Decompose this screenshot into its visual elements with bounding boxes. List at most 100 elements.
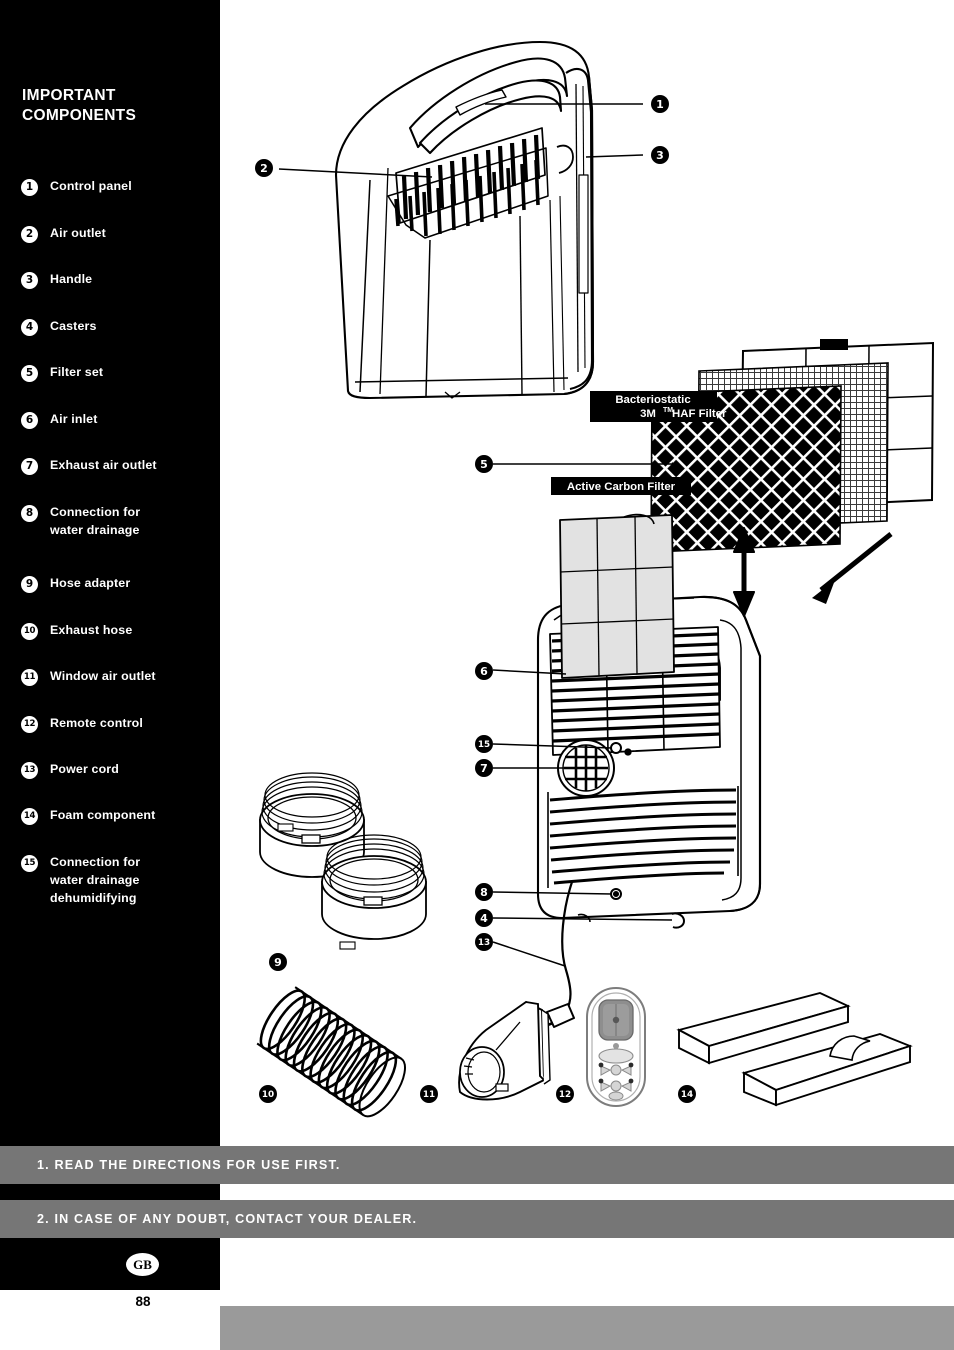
component-item-13: 13 Power cord — [0, 761, 220, 779]
callout-3: 3 — [651, 146, 669, 164]
remote-control-illustration — [586, 987, 646, 1107]
callout-5: 5 — [475, 455, 493, 473]
component-number-badge: 3 — [21, 272, 38, 289]
component-number-badge: 15 — [21, 855, 38, 872]
window-outlet-illustration — [458, 1000, 551, 1101]
callout-9: 9 — [269, 953, 287, 971]
page-number: 88 — [135, 1294, 151, 1309]
component-item-12: 12 Remote control — [0, 715, 220, 733]
component-number-badge: 14 — [21, 808, 38, 825]
svg-text:5: 5 — [480, 458, 488, 471]
page-number-strip: 88 — [130, 1290, 156, 1350]
component-label: Casters — [50, 319, 97, 333]
callout-6: 6 — [475, 662, 493, 680]
unit-front-illustration — [334, 40, 595, 400]
component-number-badge: 10 — [21, 623, 38, 640]
component-item-3: 3 Handle — [0, 271, 220, 289]
component-number-badge: 8 — [21, 505, 38, 522]
callout-7: 7 — [475, 759, 493, 777]
sidebar: IMPORTANT COMPONENTS 1 Control panel 2 Air … — [0, 0, 220, 1290]
callout-11: 11 — [420, 1085, 438, 1103]
component-label: Filter set — [50, 365, 104, 379]
instruction-banner-2: 2. IN CASE OF ANY DOUBT, CONTACT YOUR DE… — [0, 1200, 954, 1238]
component-item-10: 10 Exhaust hose — [0, 622, 220, 640]
component-label: Exhaust air outlet — [50, 458, 157, 472]
svg-text:Bacteriostatic: Bacteriostatic — [615, 394, 690, 406]
component-number-badge: 7 — [21, 458, 38, 475]
svg-text:11: 11 — [423, 1090, 435, 1100]
component-label: Air inlet — [50, 412, 98, 426]
page-title-line1: IMPORTANT — [22, 87, 116, 104]
filter-label-carbon: Active Carbon Filter — [551, 477, 691, 495]
svg-text:8: 8 — [480, 886, 488, 899]
component-label: Control panel — [50, 179, 132, 193]
footer-strip — [220, 1306, 954, 1350]
exploded-diagram: Bacteriostatic 3M TM HAF Filter Active C… — [220, 0, 954, 1146]
component-label: Window air outlet — [50, 669, 156, 683]
svg-text:13: 13 — [478, 938, 490, 948]
svg-text:6: 6 — [480, 665, 488, 678]
callout-2: 2 — [255, 159, 273, 177]
svg-text:9: 9 — [274, 956, 282, 969]
component-number-badge: 5 — [21, 365, 38, 382]
instruction-banner-1-text: 1. READ THE DIRECTIONS FOR USE FIRST. — [37, 1158, 341, 1172]
unit-rear-illustration — [536, 513, 762, 1028]
component-number-badge: 13 — [21, 762, 38, 779]
component-item-7: 7 Exhaust air outlet — [0, 457, 220, 475]
page-title: IMPORTANT COMPONENTS — [22, 86, 202, 127]
svg-text:15: 15 — [478, 740, 490, 750]
hose-adapter-illustration — [259, 772, 427, 950]
component-label: Connection for water drainage dehumidifyin… — [50, 855, 141, 905]
callout-8: 8 — [475, 883, 493, 901]
component-item-5: 5 Filter set — [0, 364, 220, 382]
svg-text:14: 14 — [681, 1090, 693, 1100]
callout-13: 13 — [475, 933, 493, 951]
component-item-6: 6 Air inlet — [0, 411, 220, 429]
component-number-badge: 4 — [21, 319, 38, 336]
manual-page: IMPORTANT COMPONENTS 1 Control panel 2 Air … — [0, 0, 954, 1350]
callout-1: 1 — [651, 95, 669, 113]
component-label: Handle — [50, 272, 93, 286]
component-item-15: 15 Connection for water drainage dehumidify… — [0, 854, 220, 908]
foam-component-illustration — [676, 991, 913, 1107]
svg-text:4: 4 — [480, 912, 488, 925]
component-item-4: 4 Casters — [0, 318, 220, 336]
callout-14: 14 — [678, 1085, 696, 1103]
component-item-11: 11 Window air outlet — [0, 668, 220, 686]
component-label: Exhaust hose — [50, 623, 133, 637]
component-number-badge: 11 — [21, 669, 38, 686]
component-number-badge: 6 — [21, 412, 38, 429]
instruction-banner-2-text: 2. IN CASE OF ANY DOUBT, CONTACT YOUR DE… — [37, 1212, 418, 1226]
component-label: Power cord — [50, 762, 119, 776]
component-number-badge: 2 — [21, 226, 38, 243]
component-number-badge: 9 — [21, 576, 38, 593]
svg-text:7: 7 — [480, 762, 488, 775]
svg-text:3: 3 — [656, 149, 664, 162]
exhaust-hose-illustration — [256, 986, 406, 1118]
component-item-9: 9 Hose adapter — [0, 575, 220, 593]
language-badge: GB — [126, 1253, 159, 1276]
component-number-badge: 1 — [21, 179, 38, 196]
callout-15: 15 — [475, 735, 493, 753]
svg-text:Active Carbon Filter: Active Carbon Filter — [567, 481, 676, 493]
svg-text:10: 10 — [262, 1090, 274, 1100]
filter-label-haf: Bacteriostatic 3M TM HAF Filter — [590, 391, 727, 422]
component-item-14: 14 Foam component — [0, 807, 220, 825]
component-label: Hose adapter — [50, 576, 131, 590]
svg-text:2: 2 — [260, 162, 268, 175]
component-label: Connection for water drainage — [50, 505, 141, 537]
component-item-1: 1 Control panel — [0, 178, 220, 196]
component-label: Foam component — [50, 808, 156, 822]
svg-text:HAF Filter: HAF Filter — [672, 408, 727, 420]
callout-4: 4 — [475, 909, 493, 927]
svg-text:12: 12 — [559, 1090, 571, 1100]
component-item-8: 8 Connection for water drainage — [0, 504, 220, 540]
component-number-badge: 12 — [21, 716, 38, 733]
component-item-2: 2 Air outlet — [0, 225, 220, 243]
callout-10: 10 — [259, 1085, 277, 1103]
component-label: Remote control — [50, 716, 143, 730]
svg-text:1: 1 — [656, 98, 664, 111]
instruction-banner-1: 1. READ THE DIRECTIONS FOR USE FIRST. — [0, 1146, 954, 1184]
svg-text:3M: 3M — [640, 408, 656, 420]
page-title-line2: COMPONENTS — [22, 107, 137, 125]
